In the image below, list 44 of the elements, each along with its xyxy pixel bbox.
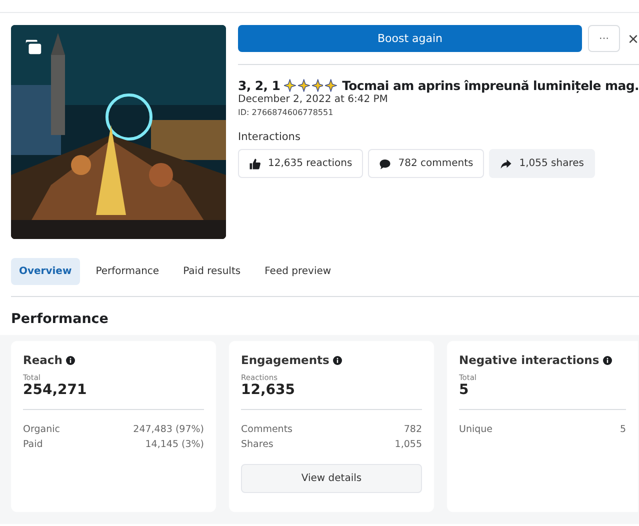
total-value: 5 xyxy=(459,382,470,398)
interactions-label: Interactions xyxy=(238,131,302,143)
shares-chip[interactable]: 1,055 shares xyxy=(489,149,595,178)
metric-value: 5 xyxy=(620,423,626,437)
post-id: ID: 2766874606778551 xyxy=(238,108,334,117)
tab[interactable]: Overview xyxy=(11,258,80,285)
sparkle-icon xyxy=(284,79,296,92)
metric-value: 782 xyxy=(404,423,422,437)
card-title: Negative interactions xyxy=(459,353,600,367)
post-title: Tocmai am aprins împreună luminițele mag. xyxy=(342,78,639,93)
tab[interactable]: Performance xyxy=(88,258,168,285)
card-title: Engagements xyxy=(241,353,330,367)
post-title: 3, 2, 1 xyxy=(238,78,280,93)
section-title: Performance xyxy=(11,311,110,329)
metric-label: Shares xyxy=(241,438,274,452)
close-button[interactable]: × xyxy=(626,30,639,48)
metric-label: Organic xyxy=(23,423,60,437)
tab[interactable]: Feed preview xyxy=(256,258,340,285)
metric-label: Paid xyxy=(23,438,43,452)
tab[interactable]: Paid results xyxy=(175,258,249,285)
share-arrow-icon xyxy=(500,158,512,170)
more-button[interactable]: ··· xyxy=(588,25,620,52)
reactions-chip[interactable]: 12,635 reactions xyxy=(238,149,364,178)
info-icon xyxy=(603,356,612,364)
view-details-button[interactable]: View details xyxy=(241,464,422,493)
metric-value: 1,055 xyxy=(394,438,422,452)
boost-button[interactable]: Boost again xyxy=(238,25,582,52)
total-value: 12,635 xyxy=(241,382,296,398)
metric-label: Unique xyxy=(459,423,493,437)
metric-label: Comments xyxy=(241,423,292,437)
total-value: 254,271 xyxy=(23,382,88,398)
metric-value: 14,145 (3%) xyxy=(145,438,204,452)
speech-bubble-icon xyxy=(379,158,392,170)
info-icon xyxy=(333,356,342,364)
comments-chip[interactable]: 782 comments xyxy=(368,149,484,178)
sparkle-icon xyxy=(325,79,338,92)
post-date: December 2, 2022 at 6:42 PM xyxy=(238,94,389,105)
sparkle-icon xyxy=(298,79,310,92)
card-title: Reach xyxy=(23,353,62,367)
info-icon xyxy=(66,356,76,364)
sparkle-icon xyxy=(312,79,324,92)
multiple-photos-icon xyxy=(24,38,43,57)
thumbs-up-icon xyxy=(249,158,261,170)
metric-value: 247,483 (97%) xyxy=(133,423,204,437)
